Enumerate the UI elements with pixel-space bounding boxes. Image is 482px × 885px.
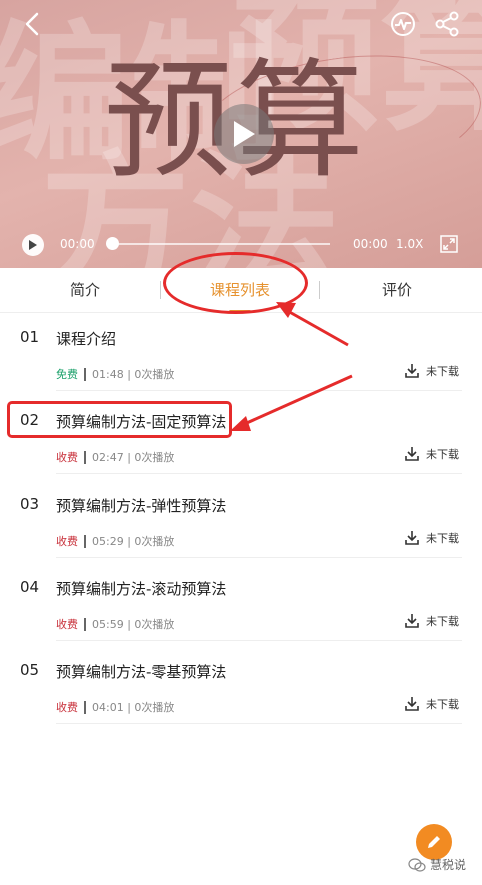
tab-divider bbox=[160, 281, 161, 299]
progress-knob[interactable] bbox=[106, 237, 119, 250]
lesson-number: 04 bbox=[20, 578, 40, 596]
activity-icon[interactable] bbox=[388, 9, 418, 39]
price-tag: 收费 bbox=[56, 701, 78, 714]
lesson-title[interactable]: 预算编制方法-滚动预算法 bbox=[56, 578, 226, 599]
speed-button[interactable]: 1.0X bbox=[396, 237, 423, 251]
play-small-icon[interactable] bbox=[22, 234, 44, 256]
lesson-number: 05 bbox=[20, 661, 40, 679]
price-tag: 收费 bbox=[56, 618, 78, 631]
current-time: 00:00 bbox=[60, 237, 95, 251]
row-divider bbox=[56, 723, 462, 724]
lesson-duration-plays: 05:59 | 0次播放 bbox=[92, 618, 175, 631]
back-icon[interactable] bbox=[18, 10, 46, 38]
meta-separator bbox=[84, 700, 86, 714]
meta-separator bbox=[84, 534, 86, 548]
row-divider bbox=[56, 390, 462, 391]
download-button[interactable]: 未下载 bbox=[404, 446, 459, 462]
lesson-number: 01 bbox=[20, 328, 40, 346]
share-icon[interactable] bbox=[432, 9, 462, 39]
tab-divider bbox=[319, 281, 320, 299]
download-status: 未下载 bbox=[426, 698, 459, 711]
download-button[interactable]: 未下载 bbox=[404, 363, 459, 379]
price-tag: 收费 bbox=[56, 451, 78, 464]
download-button[interactable]: 未下载 bbox=[404, 696, 459, 712]
lesson-item[interactable]: 03 预算编制方法-弹性预算法收费 05:29 | 0次播放 未下载 bbox=[0, 485, 482, 568]
lesson-meta: 免费 01:48 | 0次播放 bbox=[56, 366, 174, 382]
price-tag: 收费 bbox=[56, 535, 78, 548]
download-status: 未下载 bbox=[426, 615, 459, 628]
watermark: 慧税说 bbox=[408, 856, 466, 873]
lesson-item[interactable]: 04 预算编制方法-滚动预算法收费 05:59 | 0次播放 未下载 bbox=[0, 568, 482, 651]
download-icon bbox=[405, 531, 419, 545]
lesson-duration-plays: 05:29 | 0次播放 bbox=[92, 535, 175, 548]
video-player[interactable]: 编制 预算 方法 ✦ 预算 00:00 00:00 1.0X bbox=[0, 0, 482, 268]
progress-track[interactable] bbox=[112, 243, 330, 245]
lesson-duration-plays: 04:01 | 0次播放 bbox=[92, 701, 175, 714]
lesson-meta: 收费 05:59 | 0次播放 bbox=[56, 616, 174, 632]
watermark-text: 慧税说 bbox=[430, 858, 467, 872]
tab-reviews[interactable]: 评价 bbox=[352, 268, 442, 312]
row-divider bbox=[56, 557, 462, 558]
download-icon bbox=[405, 364, 419, 378]
annotation-box bbox=[7, 401, 232, 438]
price-tag: 免费 bbox=[56, 368, 78, 381]
meta-separator bbox=[84, 617, 86, 631]
download-button[interactable]: 未下载 bbox=[404, 613, 459, 629]
row-divider bbox=[56, 640, 462, 641]
lesson-item[interactable]: 01 课程介绍免费 01:48 | 0次播放 未下载 bbox=[0, 318, 482, 401]
lesson-title[interactable]: 课程介绍 bbox=[56, 328, 116, 349]
lesson-meta: 收费 04:01 | 0次播放 bbox=[56, 699, 174, 715]
meta-separator bbox=[84, 367, 86, 381]
play-button[interactable] bbox=[214, 104, 274, 164]
lesson-duration-plays: 01:48 | 0次播放 bbox=[92, 368, 175, 381]
fullscreen-icon[interactable] bbox=[440, 235, 458, 253]
download-icon bbox=[405, 447, 419, 461]
meta-separator bbox=[84, 450, 86, 464]
download-status: 未下载 bbox=[426, 365, 459, 378]
download-icon bbox=[405, 614, 419, 628]
wechat-icon bbox=[408, 857, 426, 872]
lesson-item[interactable]: 05 预算编制方法-零基预算法收费 04:01 | 0次播放 未下载 bbox=[0, 651, 482, 734]
lesson-duration-plays: 02:47 | 0次播放 bbox=[92, 451, 175, 464]
edit-button[interactable] bbox=[416, 824, 452, 860]
total-time: 00:00 bbox=[353, 237, 388, 251]
lesson-title[interactable]: 预算编制方法-零基预算法 bbox=[56, 661, 226, 682]
download-status: 未下载 bbox=[426, 448, 459, 461]
lesson-meta: 收费 05:29 | 0次播放 bbox=[56, 533, 174, 549]
download-status: 未下载 bbox=[426, 532, 459, 545]
annotation-ellipse bbox=[163, 252, 308, 314]
pencil-icon bbox=[428, 836, 440, 848]
lesson-title[interactable]: 预算编制方法-弹性预算法 bbox=[56, 495, 226, 516]
lesson-meta: 收费 02:47 | 0次播放 bbox=[56, 449, 174, 465]
download-icon bbox=[405, 697, 419, 711]
tab-intro[interactable]: 简介 bbox=[40, 268, 130, 312]
lesson-number: 03 bbox=[20, 495, 40, 513]
download-button[interactable]: 未下载 bbox=[404, 530, 459, 546]
row-divider bbox=[56, 473, 462, 474]
